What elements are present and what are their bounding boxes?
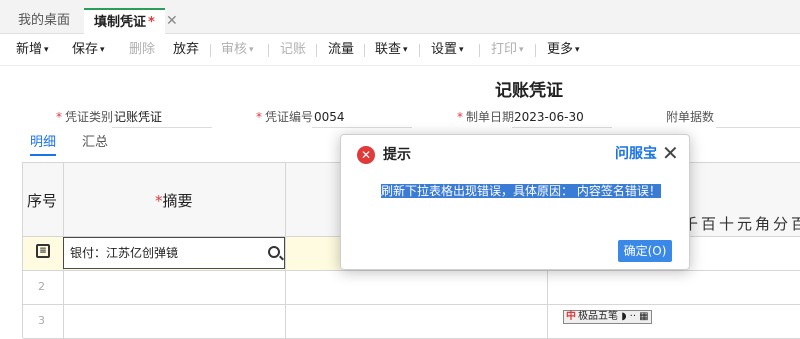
table-cell[interactable] — [64, 271, 286, 305]
post-button[interactable]: 记账 — [280, 34, 306, 66]
delete-button[interactable]: 删除 — [129, 34, 155, 66]
tab-fill-voucher[interactable]: 填制凭证 * — [84, 8, 165, 35]
dialog-title: 提示 — [383, 147, 411, 163]
voucher-date-field[interactable]: 2023-06-30 — [512, 106, 612, 128]
save-button[interactable]: 保存 ▾ — [72, 34, 105, 66]
voucher-date-label: * 制单日期 — [457, 110, 515, 124]
dialog-message: 刷新下拉表格出现错误，具体原因： 内容签名错误！ — [381, 184, 661, 198]
row-number: 3 — [38, 314, 45, 327]
tab-bar: 我的桌面 填制凭证 * ✕ — [0, 0, 800, 35]
close-icon[interactable]: ✕ — [662, 142, 679, 164]
tab-home[interactable]: 我的桌面 — [18, 8, 70, 34]
column-header-seq: 序号 — [27, 192, 58, 210]
chevron-down-icon: ▾ — [519, 45, 524, 55]
toolbar-divider — [268, 44, 269, 57]
table-cell[interactable] — [286, 271, 548, 305]
ime-logo-icon: 中 — [566, 311, 576, 322]
ok-button[interactable]: 确定(O) — [618, 240, 672, 262]
attachments-field[interactable] — [716, 106, 800, 128]
column-header-summary: *摘要 — [155, 192, 193, 210]
ime-name: 极品五笔 — [578, 311, 618, 322]
ime-status-bar[interactable]: 中极品五笔 ◗ ·· ▦ — [563, 310, 652, 324]
error-icon: ✕ — [357, 146, 375, 164]
review-button[interactable]: 审核 ▾ — [221, 34, 254, 66]
more-button[interactable]: 更多 ▾ — [547, 34, 580, 66]
row-number: 2 — [38, 280, 45, 293]
chevron-down-icon: ▾ — [100, 45, 105, 55]
table-cell[interactable] — [286, 305, 548, 339]
toolbar-divider — [210, 44, 211, 57]
tab-close-icon[interactable]: ✕ — [166, 12, 178, 30]
tab-detail[interactable]: 明细 — [30, 134, 56, 156]
table-cell[interactable] — [548, 271, 800, 305]
tab-fill-voucher-label: 填制凭证 — [94, 15, 147, 30]
alert-dialog: ✕ 提示 问服宝 ✕ 刷新下拉表格出现错误，具体原因： 内容签名错误！ 确定(O… — [340, 134, 690, 270]
toolbar-divider — [364, 44, 365, 57]
voucher-title: 记账凭证 — [495, 81, 563, 101]
voucher-number-field[interactable]: 0054 — [312, 106, 412, 128]
toolbar-divider — [479, 44, 480, 57]
toolbar: 新增 ▾ 保存 ▾ 删除 放弃 审核 ▾ 记账 流量 联查 ▾ 设置 ▾ 打印 ▾ 更多 ▾ — [0, 34, 800, 66]
print-button[interactable]: 打印 ▾ — [491, 34, 524, 66]
table-cell[interactable] — [64, 305, 286, 339]
chevron-down-icon: ▾ — [249, 45, 254, 55]
toolbar-divider — [419, 44, 420, 57]
summary-input[interactable]: 银付：江苏亿创弹镜 — [63, 237, 285, 269]
new-button[interactable]: 新增 ▾ — [16, 34, 49, 66]
amount-digit-headers: 千百十元角分百 — [683, 215, 800, 233]
voucher-number-label: * 凭证编号 — [256, 110, 314, 124]
toolbar-divider — [535, 44, 536, 57]
ime-extras: ◗ ·· ▦ — [621, 311, 649, 322]
summary-input-value: 银付：江苏亿创弹镜 — [70, 246, 179, 260]
attachments-label: 附单据数 — [666, 110, 715, 124]
voucher-type-field[interactable]: 记账凭证 — [112, 106, 212, 128]
voucher-type-label: * 凭证类别 — [56, 110, 114, 124]
settings-button[interactable]: 设置 ▾ — [431, 34, 464, 66]
row-insert-icon[interactable]: ≡ — [36, 244, 50, 258]
toolbar-divider — [316, 44, 317, 57]
abandon-button[interactable]: 放弃 — [173, 34, 199, 66]
chevron-down-icon: ▾ — [575, 45, 580, 55]
chevron-down-icon: ▾ — [403, 45, 408, 55]
linked-query-button[interactable]: 联查 ▾ — [375, 34, 408, 66]
chevron-down-icon: ▾ — [44, 45, 49, 55]
tab-summary[interactable]: 汇总 — [82, 134, 108, 156]
unsaved-marker: * — [148, 15, 155, 30]
help-link[interactable]: 问服宝 — [615, 145, 657, 163]
cashflow-button[interactable]: 流量 — [328, 34, 354, 66]
chevron-down-icon: ▾ — [459, 45, 464, 55]
search-icon[interactable] — [268, 246, 280, 258]
